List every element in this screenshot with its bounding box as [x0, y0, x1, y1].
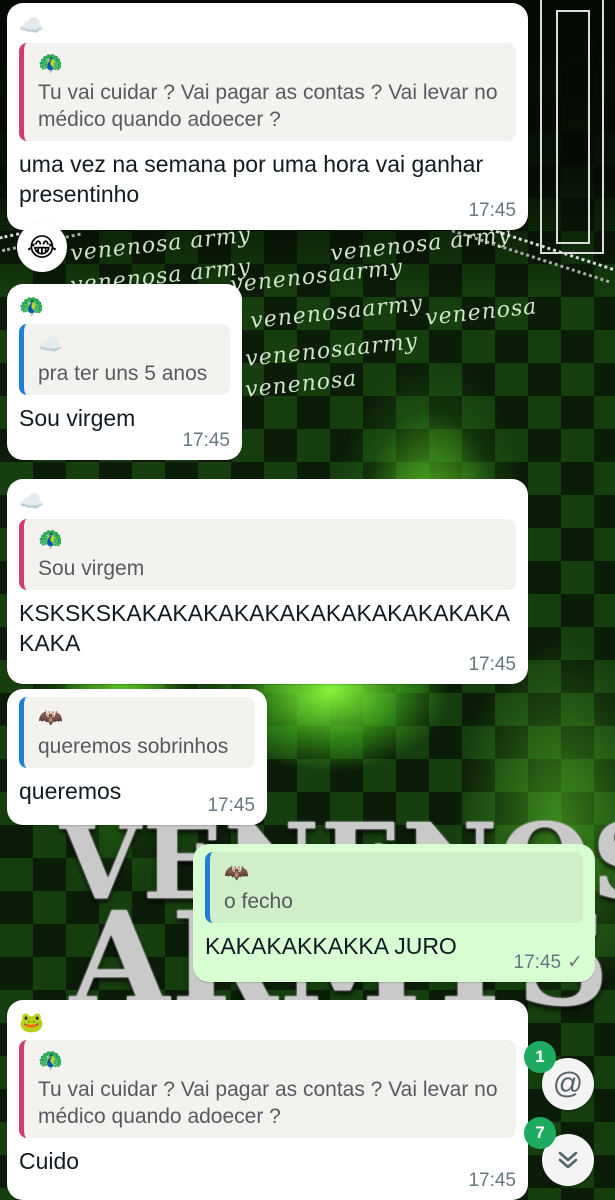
quoted-message[interactable]: 🦚 Sou virgem [19, 519, 516, 590]
message-text: Cuido [19, 1148, 80, 1174]
quote-text: Sou virgem [38, 557, 145, 580]
message-time: 17:45 [468, 200, 516, 221]
quote-author-emoji: 🦇 [224, 862, 249, 884]
wallpaper-watermark: venenosaarmy [244, 329, 420, 372]
mentions-count-badge: 1 [524, 1041, 556, 1073]
message-time: 17:45 [513, 952, 562, 973]
quote-text: Tu vai cuidar ? Vai pagar as contas ? Va… [38, 1078, 498, 1128]
quote-author-emoji: 🦚 [38, 1050, 63, 1072]
message-bubble[interactable]: 🦇 queremos sobrinhos queremos 17:45 [7, 689, 267, 825]
quote-author-emoji: 🦚 [38, 53, 63, 75]
quote-author-emoji: 🦚 [38, 529, 63, 551]
sender-emoji: 🦚 [19, 296, 44, 318]
message-text: uma vez na semana por uma hora vai ganha… [19, 151, 484, 207]
sender-emoji: 🐸 [19, 1012, 44, 1034]
quoted-message[interactable]: 🦚 Tu vai cuidar ? Vai pagar as contas ? … [19, 43, 516, 141]
quote-author-emoji: ☁️ [38, 334, 63, 356]
message-bubble[interactable]: 🦚 ☁️ pra ter uns 5 anos Sou virgem 17:45 [7, 284, 242, 460]
sender-emoji: ☁️ [19, 15, 44, 37]
quoted-message[interactable]: 🦚 Tu vai cuidar ? Vai pagar as contas ? … [19, 1040, 516, 1138]
message-bubble[interactable]: ☁️ 🦚 Sou virgem KSKSKSKAKAKAKAKAKAKAKAKA… [7, 479, 528, 684]
quote-text: queremos sobrinhos [38, 735, 229, 758]
at-icon: @ [552, 1067, 584, 1100]
sender-emoji: ☁️ [19, 491, 44, 513]
reaction-emoji[interactable]: 😂 [17, 222, 67, 272]
message-time: 17:45 [182, 430, 230, 451]
quoted-message[interactable]: 🦇 queremos sobrinhos [19, 697, 255, 768]
quote-text: o fecho [224, 890, 293, 913]
message-time: 17:45 [468, 654, 516, 675]
message-bubble[interactable]: 🐸 🦚 Tu vai cuidar ? Vai pagar as contas … [7, 1000, 528, 1200]
message-text: KSKSKSKAKAKAKAKAKAKAKAKAKAKAKAKAKAKA [19, 600, 510, 656]
quoted-message[interactable]: 🦇 o fecho [205, 852, 583, 923]
message-time: 17:45 [207, 795, 255, 816]
outgoing-message-bubble[interactable]: 🦇 o fecho KAKAKAKKAKKA JURO 17:45 ✓ [193, 844, 595, 982]
quote-author-emoji: 🦇 [38, 707, 63, 729]
message-bubble[interactable]: ☁️ 🦚 Tu vai cuidar ? Vai pagar as contas… [7, 3, 528, 230]
unread-count-badge: 7 [524, 1117, 556, 1149]
message-time: 17:45 [468, 1170, 516, 1191]
message-text: Sou virgem [19, 405, 136, 431]
wallpaper-watermark: venenosa [244, 366, 359, 403]
quote-text: pra ter uns 5 anos [38, 362, 208, 385]
quote-text: Tu vai cuidar ? Vai pagar as contas ? Va… [38, 81, 498, 131]
message-meta: 17:45 ✓ [514, 951, 583, 974]
sent-check-icon: ✓ [567, 952, 583, 973]
quoted-message[interactable]: ☁️ pra ter uns 5 anos [19, 324, 230, 395]
double-chevron-down-icon [558, 1151, 578, 1169]
